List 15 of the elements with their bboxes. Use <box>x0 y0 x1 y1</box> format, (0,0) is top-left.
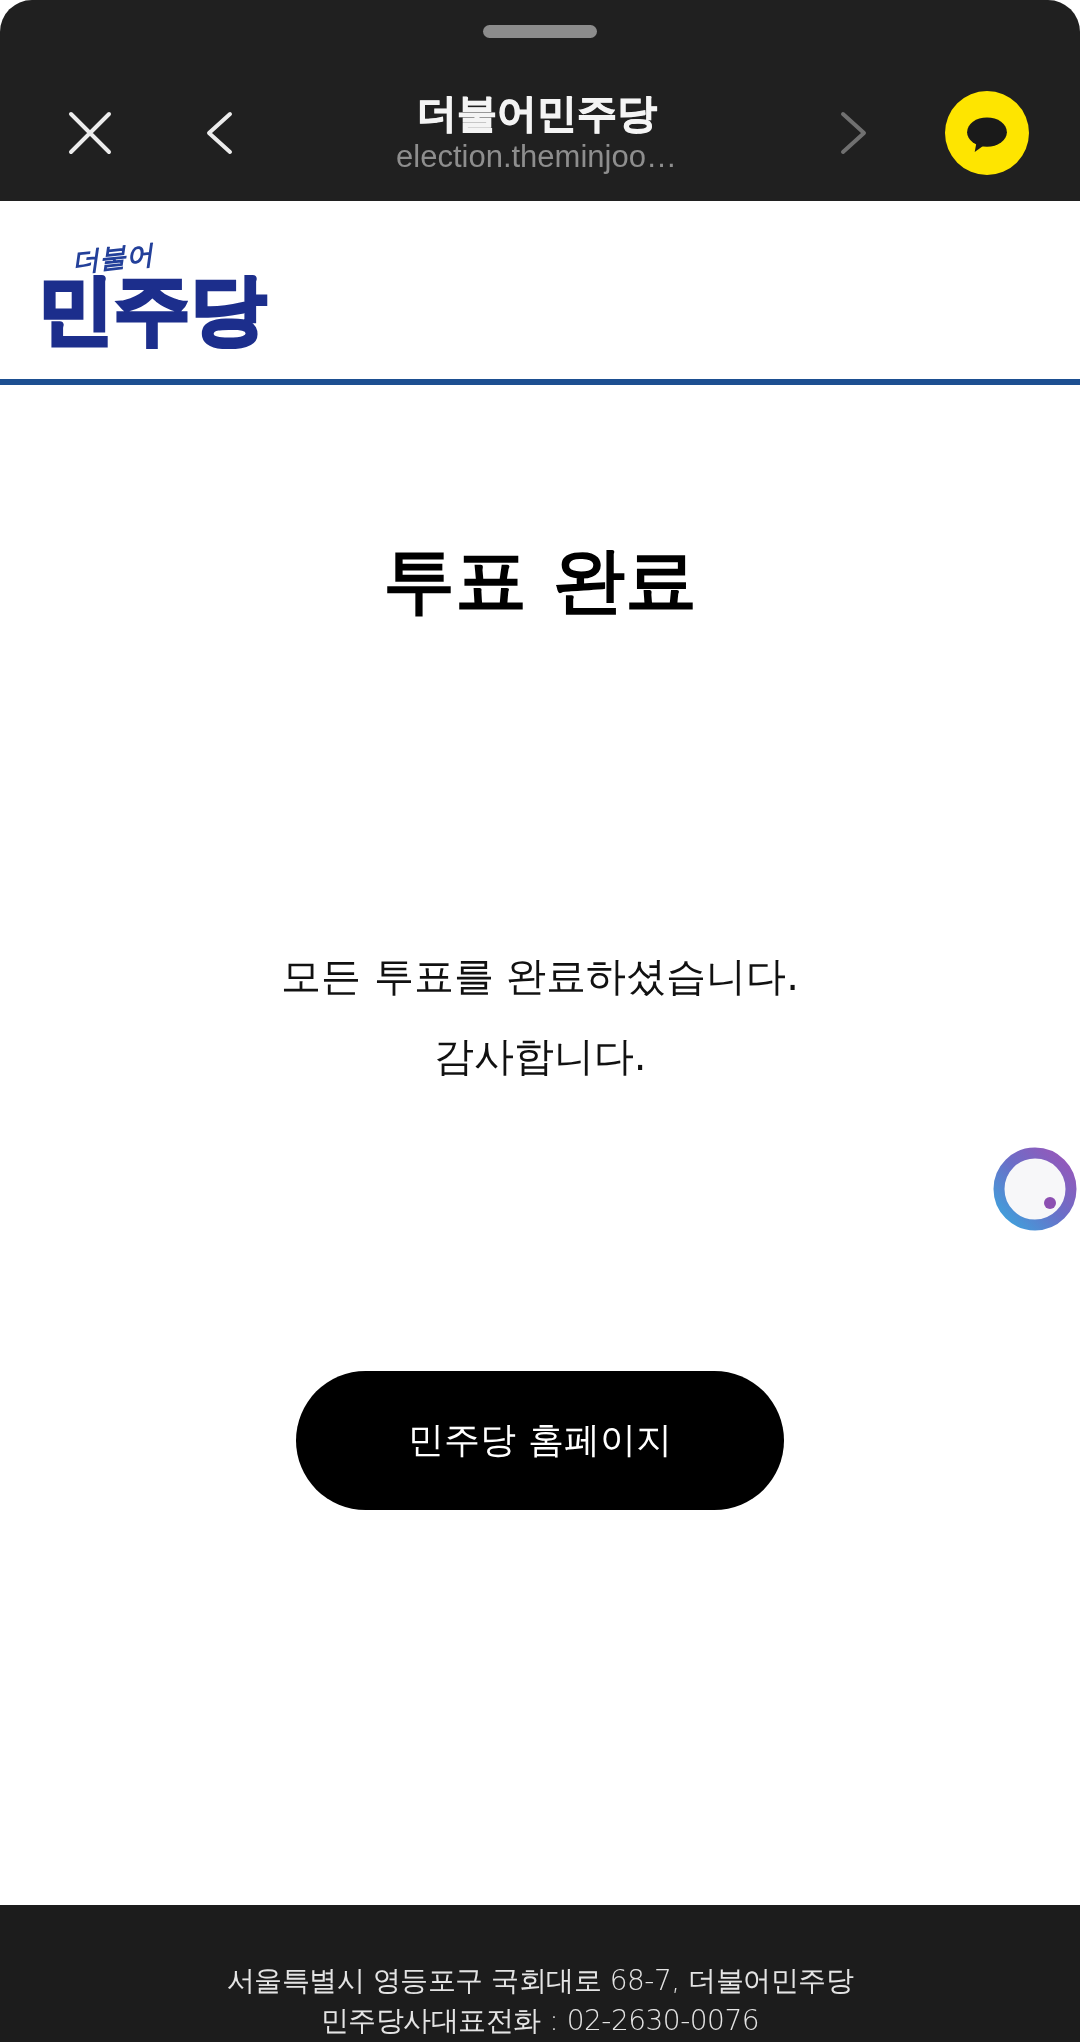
chevron-left-icon <box>205 111 233 155</box>
footer-text: 서울특별시 영등포구 국회대로 68-7, 더불어민주당 <box>226 1963 854 1999</box>
message-text: 모든 투표를 완료하셨습니다. <box>280 952 800 1001</box>
page-heading: 투표 완료 <box>383 537 697 623</box>
logo-script-text: 더불어 <box>70 238 155 278</box>
message-text: 감사합니다. <box>433 1032 647 1081</box>
chevron-right-icon <box>840 111 868 155</box>
floating-ring-icon[interactable] <box>993 1147 1077 1231</box>
close-icon <box>68 111 112 155</box>
page-title: 더불어민주당 <box>416 89 657 137</box>
speech-bubble-icon <box>966 116 1008 153</box>
homepage-button[interactable]: 민주당 홈페이지 <box>296 1371 784 1510</box>
url-text: election.theminjoo… <box>396 138 677 176</box>
drag-handle[interactable] <box>483 25 597 38</box>
footer-text: 민주당사대표전화 : 02-2630-0076 <box>320 2003 760 2039</box>
